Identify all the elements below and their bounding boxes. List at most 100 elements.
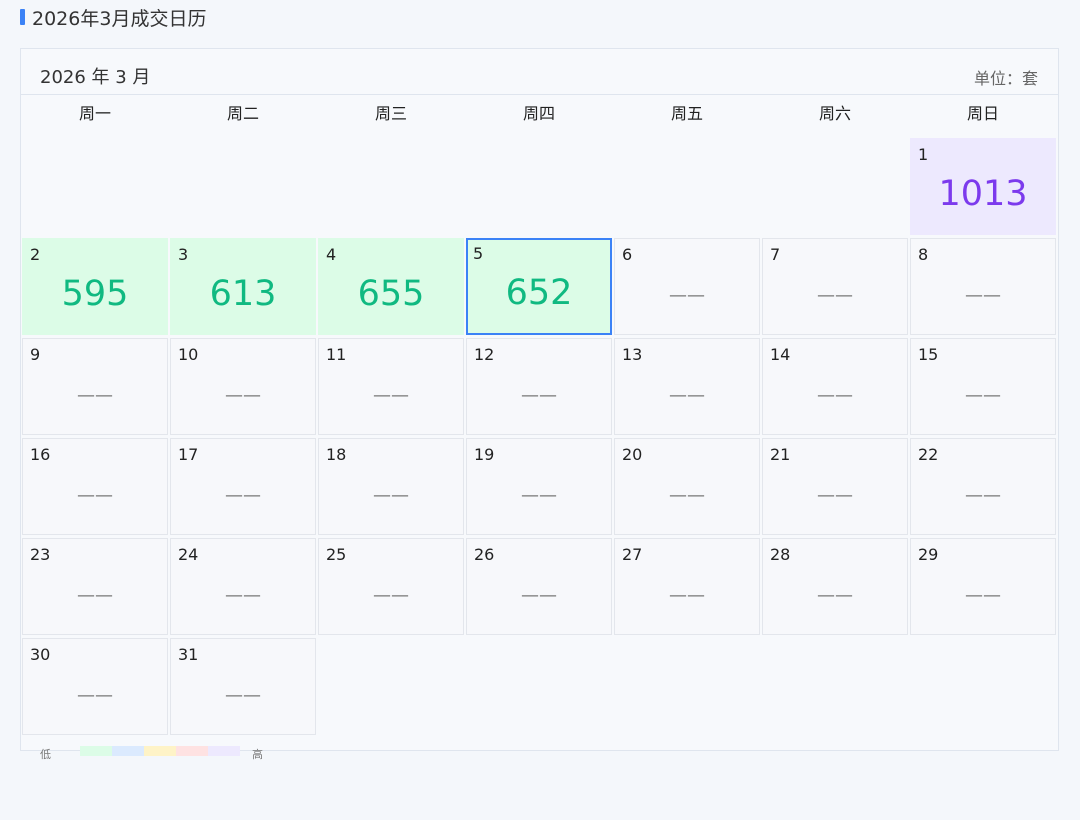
day-cell[interactable]: 21 —— (762, 438, 908, 535)
day-empty-mark: —— (669, 485, 705, 506)
day-number: 22 (918, 445, 939, 464)
day-number: 30 (30, 645, 51, 664)
weekday-label: 周三 (374, 104, 407, 123)
day-empty-mark: —— (965, 285, 1001, 306)
legend-swatch (176, 746, 208, 756)
day-cell[interactable]: 2 595 (22, 238, 168, 335)
weekday-label: 周一 (78, 104, 111, 123)
day-cell[interactable]: 27 —— (614, 538, 760, 635)
legend-swatch (80, 746, 112, 756)
day-number: 21 (770, 445, 791, 464)
day-deal-count: 595 (61, 274, 129, 314)
day-number: 17 (178, 445, 199, 464)
day-empty-mark: —— (817, 385, 853, 406)
day-empty-mark: —— (965, 385, 1001, 406)
day-empty-mark: —— (373, 385, 409, 406)
day-number: 8 (918, 245, 929, 264)
day-empty-mark: —— (373, 485, 409, 506)
color-legend: 低 高 (20, 744, 280, 764)
page-title-text: 2026年3月成交日历 (32, 7, 207, 30)
day-cell[interactable]: 29 —— (910, 538, 1056, 635)
day-cell[interactable]: 8 —— (910, 238, 1056, 335)
day-empty-mark: —— (77, 485, 113, 506)
day-cell[interactable]: 4 655 (318, 238, 464, 335)
day-cell[interactable]: 28 —— (762, 538, 908, 635)
day-cell[interactable]: 22 —— (910, 438, 1056, 535)
day-empty-mark: —— (77, 385, 113, 406)
title-accent-bar (20, 9, 25, 25)
weekday-label: 周日 (966, 104, 999, 123)
day-number: 15 (918, 345, 939, 364)
day-empty-mark: —— (225, 585, 261, 606)
day-empty-mark: —— (965, 485, 1001, 506)
day-number: 26 (474, 545, 495, 564)
weekday-label: 周二 (226, 104, 259, 123)
day-number: 25 (326, 545, 347, 564)
day-cell[interactable]: 6 —— (614, 238, 760, 335)
day-cell[interactable]: 18 —— (318, 438, 464, 535)
day-cell[interactable]: 14 —— (762, 338, 908, 435)
day-number: 13 (622, 345, 643, 364)
day-number: 5 (473, 244, 484, 263)
day-cell[interactable]: 26 —— (466, 538, 612, 635)
day-cell[interactable]: 30 —— (22, 638, 168, 735)
day-cell[interactable]: 15 —— (910, 338, 1056, 435)
day-number: 18 (326, 445, 347, 464)
day-empty-mark: —— (817, 585, 853, 606)
day-number: 20 (622, 445, 643, 464)
day-cell[interactable]: 17 —— (170, 438, 316, 535)
day-empty-mark: —— (817, 285, 853, 306)
day-cell[interactable]: 10 —— (170, 338, 316, 435)
day-empty-mark: —— (669, 385, 705, 406)
page-title: 2026年3月成交日历 (20, 6, 207, 30)
day-empty-mark: —— (521, 585, 557, 606)
day-deal-count: 613 (209, 274, 277, 314)
day-number: 7 (770, 245, 781, 264)
legend-swatch (144, 746, 176, 756)
day-empty-mark: —— (225, 685, 261, 706)
day-number: 4 (326, 245, 337, 264)
day-deal-count: 1013 (938, 174, 1028, 214)
day-empty-mark: —— (817, 485, 853, 506)
day-cell[interactable]: 16 —— (22, 438, 168, 535)
day-empty-mark: —— (669, 285, 705, 306)
day-cell[interactable]: 25 —— (318, 538, 464, 635)
day-number: 11 (326, 345, 347, 364)
day-number: 12 (474, 345, 495, 364)
day-empty-mark: —— (225, 485, 261, 506)
day-number: 6 (622, 245, 633, 264)
calendar-header: 2026 年 3 月 单位：套 (21, 49, 1058, 95)
day-cell[interactable]: 7 —— (762, 238, 908, 335)
unit-label: 单位：套 (973, 69, 1038, 88)
day-number: 9 (30, 345, 41, 364)
day-cell[interactable]: 5 652 (466, 238, 612, 335)
day-cell[interactable]: 20 —— (614, 438, 760, 535)
day-cell[interactable]: 31 —— (170, 638, 316, 735)
day-number: 16 (30, 445, 51, 464)
day-number: 27 (622, 545, 643, 564)
legend-swatch (208, 746, 240, 756)
legend-low-label: 低 (40, 748, 51, 761)
day-cell[interactable]: 24 —— (170, 538, 316, 635)
day-number: 14 (770, 345, 791, 364)
day-empty-mark: —— (965, 585, 1001, 606)
day-cell[interactable]: 11 —— (318, 338, 464, 435)
day-number: 23 (30, 545, 51, 564)
day-number: 10 (178, 345, 199, 364)
day-number: 29 (918, 545, 939, 564)
day-cell[interactable]: 23 —— (22, 538, 168, 635)
day-number: 1 (918, 145, 929, 164)
weekday-label: 周四 (522, 104, 555, 123)
day-cell[interactable]: 12 —— (466, 338, 612, 435)
day-cell[interactable]: 13 —— (614, 338, 760, 435)
day-number: 24 (178, 545, 199, 564)
legend-swatch (112, 746, 144, 756)
day-cell[interactable]: 3 613 (170, 238, 316, 335)
day-number: 3 (178, 245, 189, 264)
day-cell[interactable]: 19 —— (466, 438, 612, 535)
day-number: 2 (30, 245, 41, 264)
day-cell[interactable]: 1 1013 (910, 138, 1056, 235)
day-cell[interactable]: 9 —— (22, 338, 168, 435)
day-empty-mark: —— (77, 685, 113, 706)
weekday-label: 周六 (818, 104, 851, 123)
